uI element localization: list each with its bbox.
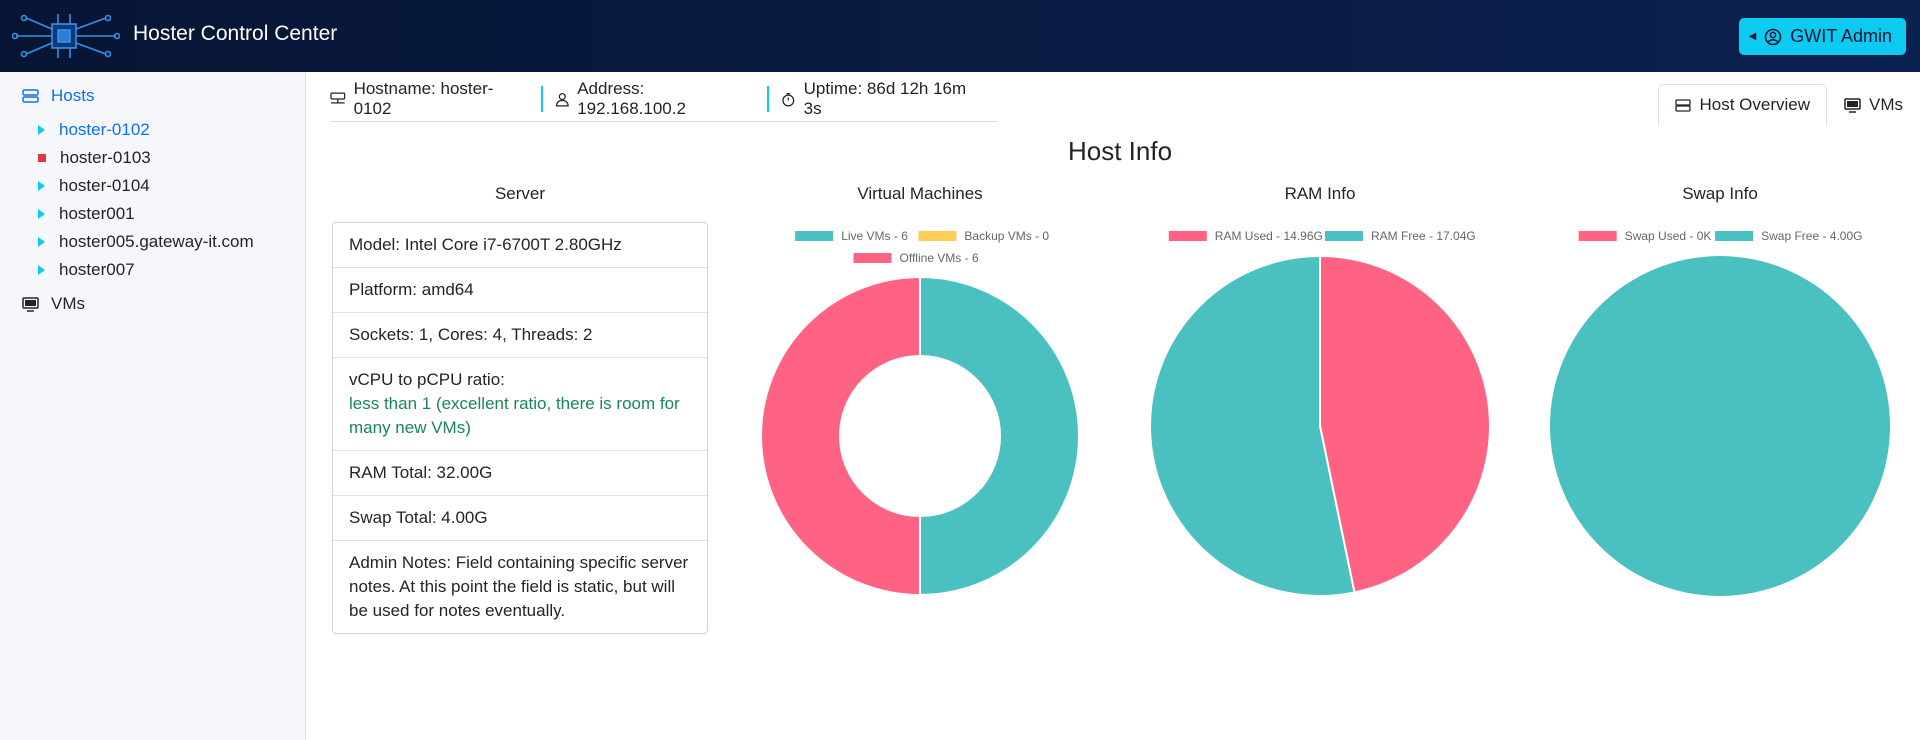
legend-label[interactable]: RAM Used - 14.96G bbox=[1215, 229, 1323, 243]
legend-label[interactable]: Backup VMs - 0 bbox=[964, 229, 1049, 243]
cpu-ratio-value: less than 1 (excellent ratio, there is r… bbox=[349, 394, 680, 437]
uptime-text: Uptime: 86d 12h 16m 3s bbox=[803, 79, 967, 118]
host-down-icon bbox=[38, 154, 46, 162]
legend-swatch bbox=[1325, 231, 1363, 241]
address-text: Address: 192.168.100.2 bbox=[577, 79, 686, 118]
logo-icon bbox=[12, 14, 120, 58]
host-item[interactable]: hoster-0104 bbox=[38, 172, 254, 200]
sidebar-hosts[interactable]: Hosts bbox=[22, 86, 94, 106]
tab-vms[interactable]: VMs bbox=[1827, 84, 1920, 126]
tab-host-overview[interactable]: Host Overview bbox=[1658, 84, 1827, 126]
ram-column-title: RAM Info bbox=[1284, 184, 1356, 203]
host-up-icon bbox=[38, 125, 45, 135]
admin-label: GWIT Admin bbox=[1790, 26, 1892, 46]
host-label: hoster-0104 bbox=[59, 176, 150, 195]
legend-label[interactable]: RAM Free - 17.04G bbox=[1371, 229, 1476, 243]
server-ram-total: RAM Total: 32.00G bbox=[333, 451, 707, 496]
server-stack-icon bbox=[22, 89, 39, 103]
host-item[interactable]: hoster001 bbox=[38, 200, 254, 228]
sidebar-hosts-label: Hosts bbox=[51, 86, 95, 105]
legend-label[interactable]: Offline VMs - 6 bbox=[900, 251, 979, 265]
top-navbar: Hoster Control Center ◀ GWIT Admin bbox=[0, 0, 1920, 72]
server-info-card: Model: Intel Core i7-6700T 2.80GHz Platf… bbox=[332, 222, 708, 634]
cpu-ratio-label: vCPU to pCPU ratio: bbox=[349, 370, 505, 389]
server-column-title: Server bbox=[494, 184, 546, 203]
host-label: hoster005.gateway-it.com bbox=[59, 232, 254, 251]
host-list: hoster-0102 hoster-0103 hoster-0104 host… bbox=[38, 116, 254, 284]
legend-label[interactable]: Live VMs - 6 bbox=[841, 229, 908, 243]
legend-label[interactable]: Swap Used - 0K bbox=[1625, 229, 1712, 243]
hostname-text: Hostname: hoster-0102 bbox=[353, 79, 494, 118]
tab-host-overview-label: Host Overview bbox=[1699, 95, 1810, 114]
uptime-segment: Uptime: 86d 12h 16m 3s bbox=[767, 79, 998, 118]
legend-swatch bbox=[918, 231, 957, 241]
host-item[interactable]: hoster007 bbox=[38, 256, 254, 284]
vms-doughnut-chart: Live VMs - 6 Backup VMs - 0 Offline VMs - … bbox=[760, 229, 1080, 597]
tab-vms-label: VMs bbox=[1869, 95, 1903, 114]
swap-column-title: Swap Info bbox=[1682, 184, 1758, 203]
host-label: hoster-0102 bbox=[59, 120, 150, 139]
address-segment: Address: 192.168.100.2 bbox=[540, 79, 767, 118]
ram-pie-chart: RAM Used - 14.96G RAM Free - 17.04G bbox=[1149, 229, 1491, 597]
sidebar: Hosts hoster-0102 hoster-0103 hoster-010… bbox=[0, 72, 306, 740]
stopwatch-icon bbox=[782, 92, 795, 106]
caret-left-icon: ◀ bbox=[1748, 31, 1757, 42]
pie-slice[interactable] bbox=[1550, 256, 1890, 596]
server-model: Model: Intel Core i7-6700T 2.80GHz bbox=[333, 223, 707, 268]
legend-swatch bbox=[1578, 231, 1617, 241]
host-info-bar: Hostname: hoster-0102 Address: 192.168.1… bbox=[330, 79, 998, 122]
server-swap-total: Swap Total: 4.00G bbox=[333, 496, 707, 541]
swap-pie-chart: Swap Used - 0K Swap Free - 4.00G bbox=[1550, 229, 1890, 596]
vms-column-title: Virtual Machines bbox=[857, 184, 983, 203]
host-up-icon bbox=[38, 265, 45, 275]
legend-swatch bbox=[1715, 231, 1754, 241]
hostname-segment: Hostname: hoster-0102 bbox=[330, 79, 541, 118]
host-label: hoster001 bbox=[59, 204, 135, 223]
host-label: hoster-0103 bbox=[60, 148, 151, 167]
host-up-icon bbox=[38, 237, 45, 247]
admin-menu-button[interactable]: ◀ GWIT Admin bbox=[1738, 18, 1906, 55]
page-title: Host Info bbox=[1068, 136, 1173, 166]
legend-swatch bbox=[1168, 231, 1207, 241]
doughnut-hole bbox=[840, 356, 1000, 516]
person-icon bbox=[555, 92, 569, 106]
hdd-network-icon bbox=[330, 92, 346, 104]
host-item[interactable]: hoster005.gateway-it.com bbox=[38, 228, 254, 256]
legend-label[interactable]: Swap Free - 4.00G bbox=[1761, 229, 1862, 243]
legend-swatch bbox=[853, 253, 892, 263]
server-topology: Sockets: 1, Cores: 4, Threads: 2 bbox=[333, 313, 707, 358]
sidebar-vms-label: VMs bbox=[51, 294, 85, 313]
display-icon bbox=[22, 296, 39, 312]
server-icon bbox=[1675, 98, 1692, 112]
host-item[interactable]: hoster-0102 bbox=[38, 116, 254, 144]
server-platform: Platform: amd64 bbox=[333, 268, 707, 313]
server-cpu-ratio: vCPU to pCPU ratio: less than 1 (excelle… bbox=[333, 358, 707, 451]
app-title: Hoster Control Center bbox=[133, 22, 338, 45]
host-up-icon bbox=[38, 181, 45, 191]
sidebar-vms[interactable]: VMs bbox=[22, 294, 85, 314]
display-icon bbox=[1844, 97, 1861, 113]
host-label: hoster007 bbox=[59, 260, 135, 279]
host-item[interactable]: hoster-0103 bbox=[38, 144, 254, 172]
legend-swatch bbox=[795, 231, 834, 241]
server-admin-notes: Admin Notes: Field containing specific s… bbox=[349, 553, 689, 620]
view-tabs: Host Overview VMs bbox=[1658, 84, 1920, 126]
host-up-icon bbox=[38, 209, 45, 219]
pie-slice[interactable] bbox=[1319, 254, 1491, 594]
user-circle-icon bbox=[1764, 28, 1782, 45]
